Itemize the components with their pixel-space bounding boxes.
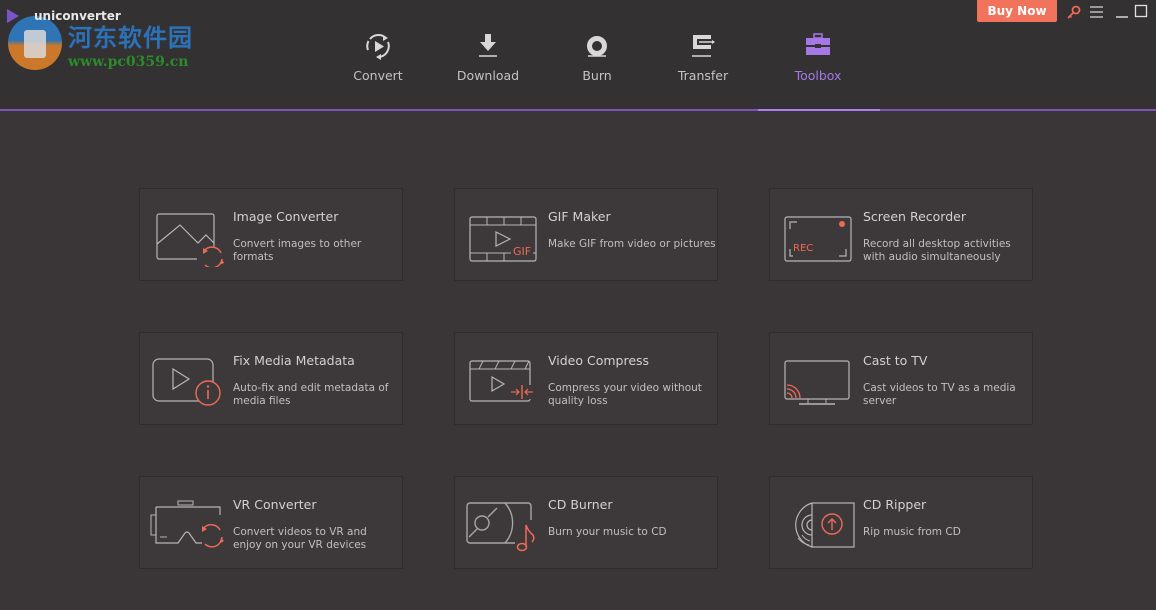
tool-description: Cast videos to TV as a media server [863,382,1016,407]
tab-label: Toolbox [794,68,842,83]
minimize-icon[interactable] [1115,4,1131,20]
tab-toolbox[interactable]: Toolbox [789,30,847,90]
gif-badge: GIF [513,245,532,258]
tab-transfer[interactable]: Transfer [673,30,733,90]
tool-description: Auto-fix and edit metadata of media file… [233,382,389,407]
tab-label: Burn [582,68,612,83]
burn-icon [581,30,613,62]
gif-maker-icon: GIF [465,207,545,267]
tool-card-vr-converter[interactable]: VR Converter Convert videos to VR and en… [139,476,403,569]
nav-divider [0,109,1156,111]
tool-card-fix-media-metadata[interactable]: Fix Media Metadata Auto-fix and edit met… [139,332,403,425]
tool-card-image-converter[interactable]: Image Converter Convert images to other … [139,188,403,281]
tab-burn[interactable]: Burn [572,30,622,90]
buy-now-button[interactable]: Buy Now [977,0,1057,22]
tool-description: Convert videos to VR and enjoy on your V… [233,526,367,551]
tool-title: Screen Recorder [863,209,966,224]
tool-card-gif-maker[interactable]: GIF GIF Maker Make GIF from video or pic… [454,188,718,281]
rec-badge: REC [793,243,814,254]
download-icon [472,30,504,62]
tool-title: CD Burner [548,497,613,512]
tab-label: Transfer [677,68,729,83]
tool-description: Convert images to other formats [233,238,362,263]
tool-title: CD Ripper [863,497,927,512]
tool-title: GIF Maker [548,209,611,224]
tool-description: Make GIF from video or pictures [548,238,716,250]
tool-title: Video Compress [548,353,650,368]
tool-title: Cast to TV [863,353,928,368]
vr-converter-icon [150,495,230,555]
cd-ripper-icon [780,495,860,555]
screen-recorder-icon: REC [780,207,860,267]
main-nav: Convert Download Burn Transfer Toolbox [0,30,1156,100]
convert-icon [362,30,394,62]
tab-convert[interactable]: Convert [348,30,408,90]
app-logo-icon [7,9,19,23]
hamburger-menu-icon[interactable] [1089,4,1105,20]
fix-metadata-icon [150,351,230,411]
tool-title: Image Converter [233,209,339,224]
tool-card-cd-ripper[interactable]: CD Ripper Rip music from CD [769,476,1033,569]
key-icon[interactable] [1066,4,1082,20]
transfer-icon [687,30,719,62]
tool-description: Record all desktop activities with audio… [863,238,1011,263]
tool-card-screen-recorder[interactable]: REC Screen Recorder Record all desktop a… [769,188,1033,281]
tool-description: Burn your music to CD [548,526,667,538]
video-compress-icon [465,351,545,411]
tool-card-video-compress[interactable]: Video Compress Compress your video witho… [454,332,718,425]
cast-to-tv-icon [780,351,860,411]
cd-burner-icon [465,495,545,555]
image-converter-icon [150,207,230,269]
tab-download[interactable]: Download [456,30,520,90]
tool-title: Fix Media Metadata [233,353,355,368]
maximize-icon[interactable] [1134,4,1150,20]
tool-description: Compress your video without quality loss [548,382,702,407]
tool-title: VR Converter [233,497,317,512]
toolbox-icon [802,30,834,62]
tab-label: Convert [353,68,403,83]
tool-card-cd-burner[interactable]: CD Burner Burn your music to CD [454,476,718,569]
active-tab-indicator [758,109,880,111]
tool-description: Rip music from CD [863,526,961,538]
tab-label: Download [456,68,520,83]
tool-card-cast-to-tv[interactable]: Cast to TV Cast videos to TV as a media … [769,332,1033,425]
